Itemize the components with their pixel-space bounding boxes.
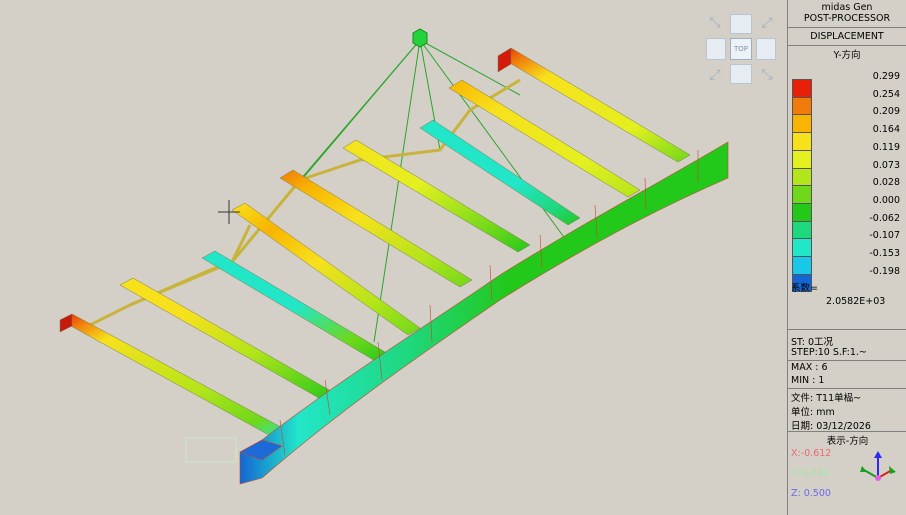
legend-row: 0.209: [792, 106, 904, 133]
min-node: MIN : 1: [791, 375, 825, 386]
legend-row: -0.062: [792, 212, 904, 239]
view-cube-south[interactable]: [730, 64, 752, 84]
view-cube-top[interactable]: TOP: [730, 38, 752, 60]
step-info: STEP:10 S.F:1.~: [791, 347, 867, 358]
view-cube[interactable]: ⤡ ⤢ ⤢ ⤡ TOP: [706, 14, 776, 84]
factor-label: 系数=: [791, 283, 818, 294]
legend-value: 0.000: [872, 194, 900, 206]
legend-row: 0.000: [792, 194, 904, 221]
corner-arrow-icon[interactable]: ⤡: [706, 14, 724, 32]
legend-value: 0.028: [872, 177, 900, 189]
view-cube-west[interactable]: [706, 38, 726, 60]
step-case: ST: 0工况: [791, 337, 834, 348]
file-name: 文件: T11单榀~: [791, 393, 862, 404]
legend-row: 0.073: [792, 159, 904, 186]
program-name: midas Gen: [821, 2, 873, 13]
max-node: MAX : 6: [791, 362, 828, 373]
legend-value: -0.062: [869, 212, 900, 224]
legend-row: 0.254: [792, 88, 904, 115]
date-label: 日期: 03/12/2026: [791, 421, 871, 432]
view-cube-east[interactable]: [756, 38, 776, 60]
result-panel: midas Gen POST-PROCESSOR DISPLACEMENT Y-…: [787, 0, 906, 515]
top-node: [412, 28, 428, 48]
legend-value: 0.119: [872, 141, 900, 153]
cursor-cross: [218, 200, 240, 224]
legend-value: 0.209: [872, 106, 900, 118]
corner-arrow-icon[interactable]: ⤢: [758, 14, 776, 32]
unit-label: 单位: mm: [791, 407, 835, 418]
view-cube-north[interactable]: [730, 14, 752, 34]
legend-value: -0.198: [869, 265, 900, 277]
displacement-model: [59, 28, 729, 485]
module-name: POST-PROCESSOR: [803, 13, 891, 24]
view-direction-label: 表示-方向: [826, 436, 869, 447]
support-symbol: [185, 437, 237, 463]
legend-value: -0.153: [869, 248, 900, 259]
legend-row: -0.107: [792, 230, 904, 257]
axis-x-value: X:-0.612: [791, 448, 832, 459]
factor-value: 2.0582E+03: [826, 296, 886, 307]
legend-value: 0.164: [872, 124, 900, 136]
axis-z-value: Z: 0.500: [791, 488, 831, 499]
legend-row: 0.299: [792, 71, 904, 97]
legend-row: 0.028: [792, 177, 904, 204]
legend-row: -0.153: [792, 248, 904, 274]
axis-triad-icon: [860, 451, 896, 481]
result-type: DISPLACEMENT: [810, 31, 884, 42]
legend-value: 0.299: [872, 71, 900, 82]
legend-value: -0.107: [869, 230, 900, 242]
axis-y-value: Y:-0.612: [791, 468, 830, 479]
model-viewport[interactable]: ⤡ ⤢ ⤢ ⤡ TOP: [0, 0, 787, 515]
legend-value: 0.073: [872, 159, 900, 171]
legend-row: 0.119: [792, 141, 904, 168]
result-component: Y-方向: [833, 50, 861, 61]
legend-value: 0.254: [872, 88, 900, 100]
corner-arrow-icon[interactable]: ⤡: [758, 66, 776, 84]
legend-row: 0.164: [792, 124, 904, 151]
corner-arrow-icon[interactable]: ⤢: [706, 66, 724, 84]
